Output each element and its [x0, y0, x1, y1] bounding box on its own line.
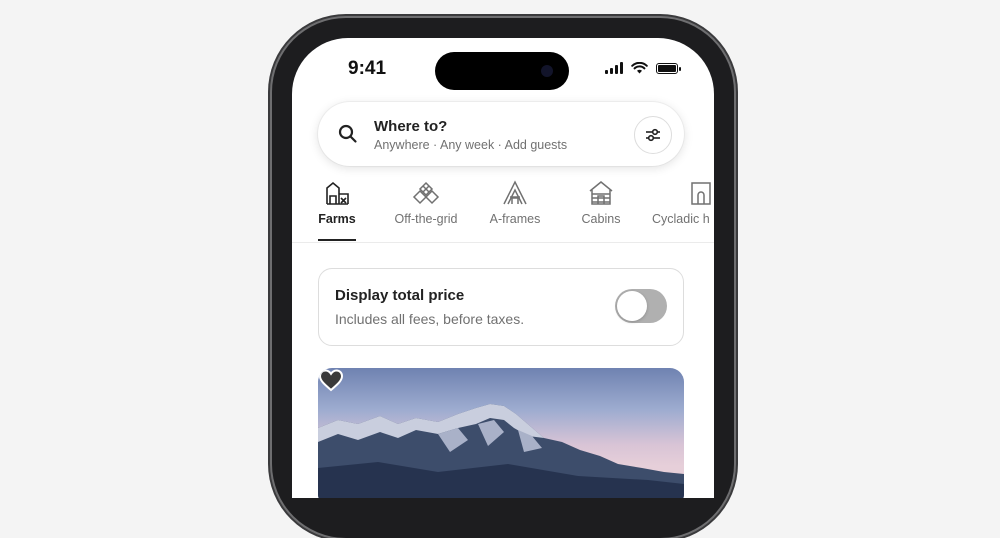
category-label: Cycladic h [652, 212, 710, 226]
cabin-icon [589, 181, 613, 205]
category-farms[interactable]: Farms [314, 178, 360, 226]
search-icon [338, 124, 357, 143]
category-a-frames[interactable]: A-frames [480, 178, 550, 226]
status-icons [605, 62, 681, 74]
toggle-knob [617, 291, 647, 321]
favorite-heart-icon[interactable] [318, 368, 344, 392]
total-price-toggle[interactable] [615, 289, 667, 323]
status-time: 9:41 [348, 58, 387, 79]
filters-icon [646, 128, 660, 142]
category-cycladic-homes[interactable]: Cycladic h [652, 178, 714, 226]
power-button [734, 320, 738, 430]
search-title: Where to? [374, 118, 448, 135]
wifi-icon [631, 62, 648, 74]
category-label: Cabins [581, 212, 621, 226]
filters-button[interactable] [634, 116, 672, 154]
category-divider [292, 242, 714, 243]
search-bar[interactable]: Where to? Anywhere · Any week · Add gues… [318, 102, 684, 166]
active-category-indicator [318, 239, 356, 241]
category-cabins[interactable]: Cabins [572, 178, 630, 226]
category-label: Farms [318, 212, 356, 226]
total-price-card: Display total price Includes all fees, b… [318, 268, 684, 346]
cellular-signal-icon [605, 62, 623, 74]
phone-screen: 9:41 Where to? Anywhere · Any week · Add… [292, 38, 714, 498]
front-camera [541, 65, 553, 77]
a-frame-icon [503, 180, 527, 205]
category-label: Off-the-grid [394, 212, 458, 226]
listing-photo[interactable] [318, 368, 684, 498]
mountain-illustration [318, 404, 684, 498]
total-price-subtitle: Includes all fees, before taxes. [335, 311, 525, 327]
search-subtitle: Anywhere · Any week · Add guests [374, 138, 568, 152]
category-label: A-frames [489, 212, 541, 226]
total-price-title: Display total price [335, 287, 465, 304]
battery-icon [656, 62, 681, 74]
category-off-the-grid[interactable]: Off-the-grid [382, 178, 470, 226]
farm-icon [326, 181, 349, 205]
category-bar: Farms Off-the-grid A-frames Cabins Cycla… [292, 178, 714, 242]
cycladic-home-icon [691, 182, 711, 205]
off-the-grid-icon [412, 181, 440, 205]
dynamic-island [435, 52, 569, 90]
